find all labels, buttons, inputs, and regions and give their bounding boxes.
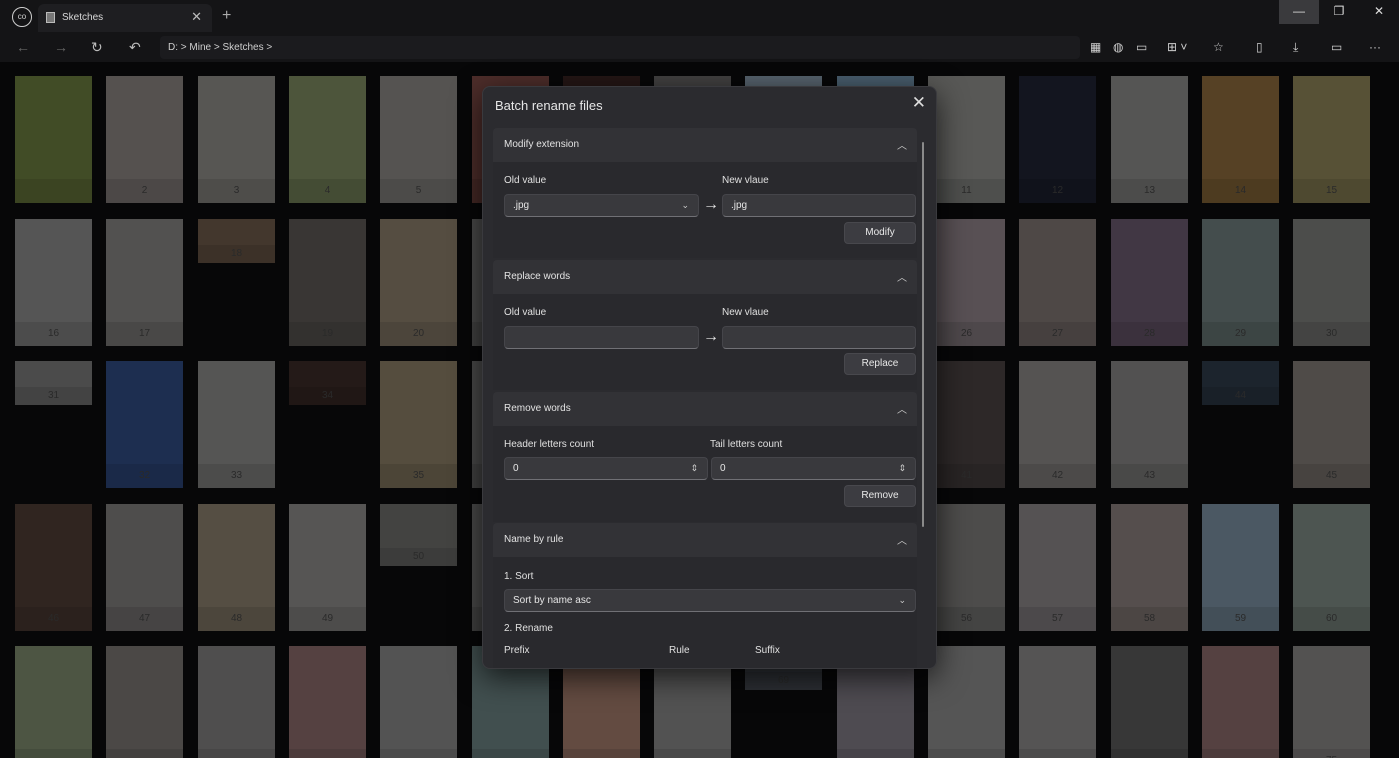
old-value-label: Old value <box>504 307 547 318</box>
prefix-column-label: Prefix <box>504 645 530 656</box>
chevron-down-icon: ⌄ <box>681 200 689 210</box>
suffix-column-label: Suffix <box>755 645 780 656</box>
section-header[interactable]: Name by rule ︿ <box>493 523 917 557</box>
undo-button[interactable]: ↶ <box>129 39 141 56</box>
address-bar[interactable]: D: > Mine > Sketches > <box>160 36 1080 59</box>
new-value-label: New vlaue <box>722 307 769 318</box>
replace-words-section: Replace words ︿ Old value New vlaue → Re… <box>493 260 917 390</box>
new-value-label: New vlaue <box>722 175 769 186</box>
window-controls: — ❐ ✕ <box>1279 0 1399 24</box>
comment-icon[interactable]: ▭ <box>1331 40 1342 54</box>
arrow-right-icon: → <box>703 196 719 213</box>
header-letters-label: Header letters count <box>504 439 595 450</box>
section-header[interactable]: Remove words ︿ <box>493 392 917 426</box>
section-body: Header letters count Tail letters count … <box>493 426 917 522</box>
globe-icon[interactable]: ◍ <box>1113 40 1123 54</box>
refresh-button[interactable]: ↻ <box>91 39 103 56</box>
close-dialog-button[interactable]: ✕ <box>912 93 926 113</box>
arrow-right-icon: → <box>703 328 719 345</box>
minimize-button[interactable]: — <box>1279 0 1319 24</box>
section-title: Name by rule <box>504 534 564 545</box>
tab-title: Sketches <box>62 12 104 23</box>
sort-step-label: 1. Sort <box>504 571 534 582</box>
name-by-rule-section: Name by rule ︿ 1. Sort Sort by name asc … <box>493 523 917 668</box>
rule-column-label: Rule <box>669 645 690 656</box>
old-extension-value: .jpg <box>513 200 530 211</box>
folder-open-icon[interactable]: ▭ <box>1136 40 1147 54</box>
download-icon[interactable]: ⤓ <box>1293 40 1298 55</box>
section-header[interactable]: Modify extension ︿ <box>493 128 917 162</box>
new-words-input[interactable] <box>722 326 916 349</box>
section-body: Old value New vlaue .jpg ⌄ → .jpg Modify <box>493 162 917 258</box>
clipboard-icon[interactable]: ▯ <box>1256 40 1263 54</box>
chevron-up-icon[interactable]: ︿ <box>897 137 907 152</box>
chevron-down-icon: ⌄ <box>898 595 906 605</box>
chevron-up-icon[interactable]: ︿ <box>897 269 907 284</box>
new-tab-button[interactable]: + <box>222 8 231 24</box>
dialog-title: Batch rename files <box>495 98 603 113</box>
section-title: Replace words <box>504 271 571 282</box>
document-icon <box>46 12 55 23</box>
app-window: co Sketches ✕ + — ❐ ✕ ← → ↻ ↶ D: > Mine … <box>0 0 1399 758</box>
section-body: 1. Sort Sort by name asc ⌄ 2. Rename Pre… <box>493 557 917 668</box>
section-title: Modify extension <box>504 139 580 150</box>
close-tab-icon[interactable]: ✕ <box>191 9 202 25</box>
old-extension-select[interactable]: .jpg ⌄ <box>504 194 699 217</box>
toolbar: ← → ↻ ↶ D: > Mine > Sketches > ▦ ◍ ▭ ⊞ ˅… <box>0 34 1399 62</box>
new-extension-input[interactable]: .jpg <box>722 194 916 217</box>
star-icon[interactable]: ☆ <box>1213 40 1224 54</box>
up-down-icon[interactable]: ⇕ <box>690 458 698 479</box>
modify-extension-section: Modify extension ︿ Old value New vlaue .… <box>493 128 917 258</box>
chevron-up-icon[interactable]: ︿ <box>897 401 907 416</box>
batch-rename-dialog: Batch rename files ✕ Modify extension ︿ … <box>482 86 937 669</box>
tab-sketches[interactable]: Sketches ✕ <box>38 4 212 32</box>
more-button[interactable]: ··· <box>1369 40 1381 54</box>
tail-letters-value: 0 <box>720 463 726 474</box>
header-letters-value: 0 <box>513 463 519 474</box>
forward-button[interactable]: → <box>54 39 68 55</box>
old-value-label: Old value <box>504 175 547 186</box>
back-button[interactable]: ← <box>16 39 30 55</box>
close-window-button[interactable]: ✕ <box>1359 0 1399 24</box>
layout-icon[interactable]: ⊞ ˅ <box>1167 40 1187 54</box>
modify-button[interactable]: Modify <box>844 222 916 244</box>
section-title: Remove words <box>504 403 571 414</box>
section-header[interactable]: Replace words ︿ <box>493 260 917 294</box>
dialog-content: Modify extension ︿ Old value New vlaue .… <box>483 125 936 668</box>
replace-button[interactable]: Replace <box>844 353 916 375</box>
sort-value: Sort by name asc <box>513 595 591 606</box>
up-down-icon[interactable]: ⇕ <box>898 458 906 479</box>
section-body: Old value New vlaue → Replace <box>493 294 917 390</box>
rename-step-label: 2. Rename <box>504 623 553 634</box>
tail-letters-label: Tail letters count <box>710 439 783 450</box>
remove-words-section: Remove words ︿ Header letters count Tail… <box>493 392 917 522</box>
header-letters-stepper[interactable]: 0 ⇕ <box>504 457 708 480</box>
restore-button[interactable]: ❐ <box>1319 0 1359 24</box>
dialog-scrollbar[interactable] <box>922 142 924 527</box>
title-bar: co Sketches ✕ + — ❐ ✕ <box>0 0 1399 34</box>
cloud-logo-icon[interactable]: co <box>12 7 32 27</box>
remove-button[interactable]: Remove <box>844 485 916 507</box>
old-words-input[interactable] <box>504 326 699 349</box>
grid-view-icon[interactable]: ▦ <box>1090 40 1101 54</box>
chevron-up-icon[interactable]: ︿ <box>897 532 907 547</box>
tail-letters-stepper[interactable]: 0 ⇕ <box>711 457 916 480</box>
sort-select[interactable]: Sort by name asc ⌄ <box>504 589 916 612</box>
